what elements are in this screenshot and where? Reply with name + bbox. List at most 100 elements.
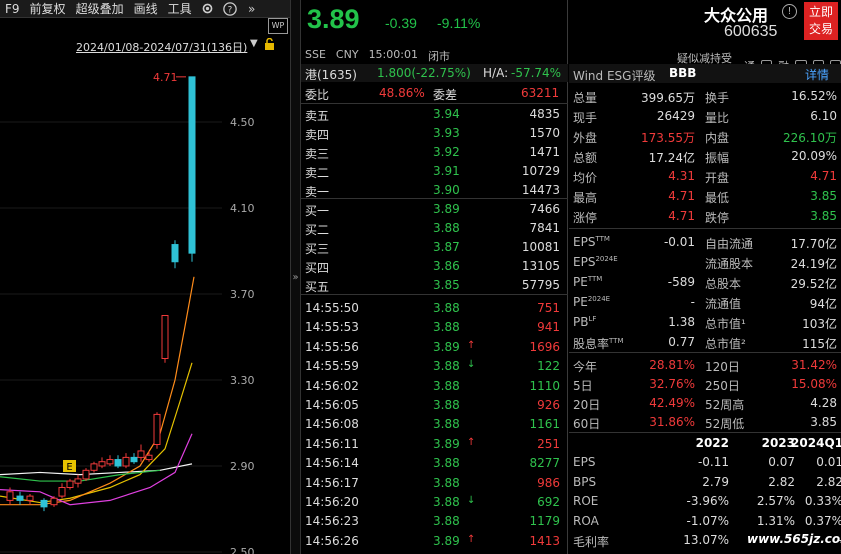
fin-label: BPS — [573, 474, 597, 489]
performance-row: 5日 32.76% 250日 15.08% — [569, 374, 841, 394]
ask-row[interactable]: 卖二 3.91 10729 — [301, 162, 568, 181]
esg-detail-link[interactable]: 详情 — [805, 66, 829, 83]
date-range-selector[interactable]: 2024/01/08-2024/07/31(136日) — [76, 39, 247, 55]
bid-label: 买一 — [305, 204, 330, 218]
tick-time: 14:55:53 — [305, 320, 359, 335]
fin-value: 0.01 — [816, 455, 841, 469]
esg-row[interactable]: Wind ESG评级 BBB 详情 — [569, 64, 841, 83]
toolbar-draw[interactable]: 画线 — [129, 0, 163, 17]
tick-volume: 1110 — [529, 378, 560, 393]
event-marker[interactable]: E — [63, 460, 76, 473]
fund-label-sup: TTM — [595, 235, 610, 243]
tick-time: 14:56:23 — [305, 514, 359, 529]
fin-value: 0.33% — [804, 494, 841, 508]
fundamental-row: PBLF 1.38 总市值¹ 103亿 — [569, 312, 841, 332]
fund-label: PETTM — [573, 275, 602, 289]
bid-row[interactable]: 买二 3.88 7841 — [301, 219, 568, 238]
ask-row[interactable]: 卖五 3.94 4835 — [301, 105, 568, 124]
stock-code: 600635 — [724, 23, 778, 40]
bid-price: 3.86 — [433, 259, 460, 273]
perf-label: 250日 — [705, 379, 740, 393]
tick-price: 3.88 — [433, 359, 460, 374]
toolbar-f9[interactable]: F9 — [0, 2, 25, 16]
fund-value: -0.01 — [663, 235, 695, 249]
fund-value: 0.77 — [668, 335, 695, 349]
tick-price: 3.88 — [433, 495, 460, 509]
fund-label: 流通股本 — [705, 257, 754, 271]
stat-value: 4.31 — [668, 169, 695, 183]
stat-label: 内盘 — [705, 131, 730, 145]
watermark: www.565jz.com — [747, 532, 841, 546]
toolbar-overlay[interactable]: 超级叠加 — [71, 0, 129, 17]
candlestick — [130, 453, 138, 464]
tick-volume: 8277 — [529, 456, 560, 471]
bid-row[interactable]: 买一 3.89 7466 — [301, 200, 568, 219]
tick-time: 14:55:50 — [305, 301, 359, 315]
fund-value: 29.52亿 — [790, 277, 837, 291]
candlestick — [82, 468, 90, 482]
tick-row: 14:56:26 3.89 ↑ 1413 — [301, 532, 568, 551]
wp-icon[interactable]: WP — [268, 18, 288, 34]
last-price: 3.89 — [307, 4, 360, 34]
fin-value: -1.07% — [686, 513, 729, 528]
stat-value: 16.52% — [791, 89, 837, 103]
tick-volume: 1696 — [529, 339, 560, 354]
stat-label: 外盘 — [573, 131, 598, 145]
price-axis-label: 4.50 — [230, 116, 255, 129]
ask-price: 3.93 — [433, 126, 460, 140]
info-icon[interactable]: ! — [782, 4, 797, 19]
gear-icon[interactable] — [200, 1, 216, 17]
tick-price: 3.89 — [433, 339, 460, 354]
ha-label: H/A: — [483, 66, 509, 80]
event-marker-label: E — [66, 462, 72, 473]
tick-volume: 1179 — [529, 514, 560, 529]
stat-label: 现手 — [573, 111, 598, 125]
bid-row[interactable]: 买五 3.85 57795 — [301, 276, 568, 295]
tick-volume: 986 — [537, 475, 560, 490]
tick-row: 14:56:14 3.88 8277 — [301, 454, 568, 473]
candlestick — [188, 76, 196, 262]
tick-price: 3.88 — [433, 398, 460, 412]
price-axis-label: 3.70 — [230, 288, 255, 301]
trade-button-line2: 交易 — [808, 22, 833, 36]
toolbar-adjust[interactable]: 前复权 — [25, 0, 71, 17]
more-icon[interactable]: » — [244, 1, 260, 17]
tick-time: 14:56:26 — [305, 533, 359, 548]
tick-arrow: ↑ — [467, 533, 476, 545]
moving-average-line — [0, 362, 193, 504]
tick-price: 3.89 — [433, 436, 460, 451]
collapse-toggle[interactable]: » — [290, 0, 301, 554]
candlestick — [58, 483, 66, 499]
high-price-label: 4.71 — [153, 71, 178, 84]
dropdown-triangle-icon[interactable]: ▼ — [250, 38, 258, 53]
ask-row[interactable]: 卖四 3.93 1570 — [301, 124, 568, 143]
ask-row[interactable]: 卖三 3.92 1471 — [301, 143, 568, 162]
bid-label: 买二 — [305, 223, 330, 237]
stat-label: 总额 — [573, 151, 598, 165]
tick-volume: 251 — [537, 436, 560, 451]
chart-toolbar: F9 前复权 超级叠加 画线 工具 ? » — [0, 0, 290, 18]
bid-price: 3.88 — [433, 221, 460, 235]
hk-share-row[interactable]: 港(1635) 1.800(-22.75%) H/A: -57.74% — [301, 64, 568, 82]
trade-button[interactable]: 立即 交易 — [804, 2, 838, 40]
fin-value: -3.96% — [686, 494, 729, 508]
perf-label: 今年 — [573, 360, 598, 374]
tick-price: 3.88 — [433, 514, 460, 529]
bid-row[interactable]: 买四 3.86 13105 — [301, 257, 568, 276]
help-icon[interactable]: ? — [222, 1, 238, 17]
bid-volume: 10081 — [521, 240, 560, 254]
toolbar-tools[interactable]: 工具 — [163, 0, 197, 17]
price-axis-label: 2.90 — [230, 460, 255, 473]
fund-value: 17.70亿 — [790, 237, 837, 251]
perf-label: 52周高 — [705, 398, 745, 412]
bid-price: 3.85 — [433, 278, 460, 292]
exchange: SSE — [305, 48, 326, 61]
bid-row[interactable]: 买三 3.87 10081 — [301, 238, 568, 257]
fund-value: -589 — [667, 275, 695, 289]
tick-time: 14:56:20 — [305, 495, 359, 509]
tick-row: 14:56:05 3.88 926 — [301, 396, 568, 415]
fund-label: 流通值 — [705, 297, 742, 311]
lock-icon[interactable] — [264, 37, 275, 53]
perf-value: 4.28 — [810, 396, 837, 410]
kline-chart[interactable]: E 4.50 4.10 3.70 3.30 2.90 2.50 4.71 2024/01/08… — [0, 18, 290, 554]
